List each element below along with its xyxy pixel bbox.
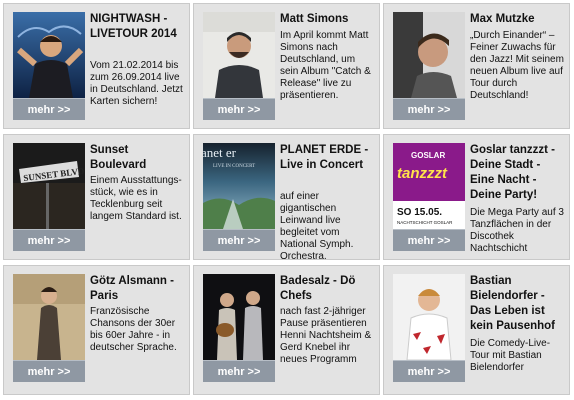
event-image-goetz-alsmann[interactable] <box>13 274 85 360</box>
more-button-matt-simons[interactable]: mehr >> <box>203 98 275 120</box>
goslar-image-date: SO 15.05. <box>397 207 442 218</box>
event-desc-goslar-tanzzzt: Die Mega Party auf 3 Tanzflächen in der … <box>470 207 564 254</box>
more-button-max-mutzke[interactable]: mehr >> <box>393 98 465 120</box>
event-card-goetz-alsmann: mehr >> Götz Alsmann - Paris Französisch… <box>3 265 190 395</box>
event-card-max-mutzke: mehr >> Max Mutzke „Durch Einander“ – Fe… <box>383 3 570 129</box>
event-card-nightwash: mehr >> NIGHTWASH - LIVETOUR 2014 Vom 21… <box>3 3 190 129</box>
more-button-goslar-tanzzzt[interactable]: mehr >> <box>393 229 465 251</box>
more-button-planet-erde[interactable]: mehr >> <box>203 229 275 251</box>
event-title-matt-simons[interactable]: Matt Simons <box>280 12 376 27</box>
event-desc-goetz-alsmann: Französische Chansons der 30er bis 60er … <box>90 306 177 353</box>
event-card-matt-simons: mehr >> Matt Simons Im April kommt Matt … <box>193 3 380 129</box>
event-desc-planet-erde: auf einer gigantischen Leinwand live beg… <box>280 191 354 260</box>
event-image-bastian-bielendorfer[interactable] <box>393 274 465 360</box>
event-title-bastian-bielendorfer[interactable]: Bastian Bielendorfer - Das Leben ist kei… <box>470 274 566 334</box>
more-button-goetz-alsmann[interactable]: mehr >> <box>13 360 85 382</box>
event-desc-sunset-boulevard: Einem Ausstattungs-stück, wie es in Teck… <box>90 175 182 222</box>
more-button-nightwash[interactable]: mehr >> <box>13 98 85 120</box>
event-title-badesalz[interactable]: Badesalz - Dö Chefs <box>280 274 376 304</box>
event-desc-max-mutzke: „Durch Einander“ – Feiner Zuwachs für de… <box>470 30 564 101</box>
event-image-max-mutzke[interactable] <box>393 12 465 98</box>
event-image-badesalz[interactable] <box>203 274 275 360</box>
event-card-bastian-bielendorfer: mehr >> Bastian Bielendorfer - Das Leben… <box>383 265 570 395</box>
event-image-nightwash[interactable] <box>13 12 85 98</box>
event-image-planet-erde[interactable]: anet er LIVE IN CONCERT <box>203 143 275 229</box>
more-button-badesalz[interactable]: mehr >> <box>203 360 275 382</box>
event-title-goetz-alsmann[interactable]: Götz Alsmann - Paris <box>90 274 186 304</box>
event-image-sunset-boulevard[interactable]: SUNSET BLVD <box>13 143 85 229</box>
event-card-sunset-boulevard: SUNSET BLVD mehr >> Sunset Boulevard Ein… <box>3 134 190 260</box>
goslar-image-top: GOSLAR <box>411 151 445 160</box>
more-button-bastian-bielendorfer[interactable]: mehr >> <box>393 360 465 382</box>
more-button-sunset-boulevard[interactable]: mehr >> <box>13 229 85 251</box>
event-image-goslar-tanzzzt[interactable]: GOSLAR tanzzzt SO 15.05. NACHTSCHICHT GO… <box>393 143 465 229</box>
event-title-planet-erde[interactable]: PLANET ERDE - Live in Concert <box>280 143 376 173</box>
event-desc-nightwash: Vom 21.02.2014 bis zum 26.09.2014 live i… <box>90 60 183 107</box>
event-title-max-mutzke[interactable]: Max Mutzke <box>470 12 566 27</box>
event-title-sunset-boulevard[interactable]: Sunset Boulevard <box>90 143 186 173</box>
event-image-matt-simons[interactable] <box>203 12 275 98</box>
goslar-image-word: tanzzzt <box>397 165 448 182</box>
event-desc-badesalz: nach fast 2-jähriger Pause präsentieren … <box>280 306 372 365</box>
planet-image-text: anet er <box>203 145 237 160</box>
event-card-planet-erde: anet er LIVE IN CONCERT mehr >> PLANET E… <box>193 134 380 260</box>
event-title-nightwash[interactable]: NIGHTWASH - LIVETOUR 2014 <box>90 12 186 42</box>
event-card-badesalz: mehr >> Badesalz - Dö Chefs nach fast 2-… <box>193 265 380 395</box>
goslar-image-venue: NACHTSCHICHT GOSLAR <box>397 220 453 225</box>
event-desc-bastian-bielendorfer: Die Comedy-Live-Tour mit Bastian Bielend… <box>470 338 551 373</box>
planet-image-sub: LIVE IN CONCERT <box>213 164 255 169</box>
event-title-goslar-tanzzzt[interactable]: Goslar tanzzzt - Deine Stadt - Eine Nach… <box>470 143 566 203</box>
event-grid: mehr >> NIGHTWASH - LIVETOUR 2014 Vom 21… <box>0 0 574 400</box>
event-desc-matt-simons: Im April kommt Matt Simons nach Deutschl… <box>280 30 371 101</box>
event-card-goslar-tanzzzt: GOSLAR tanzzzt SO 15.05. NACHTSCHICHT GO… <box>383 134 570 260</box>
